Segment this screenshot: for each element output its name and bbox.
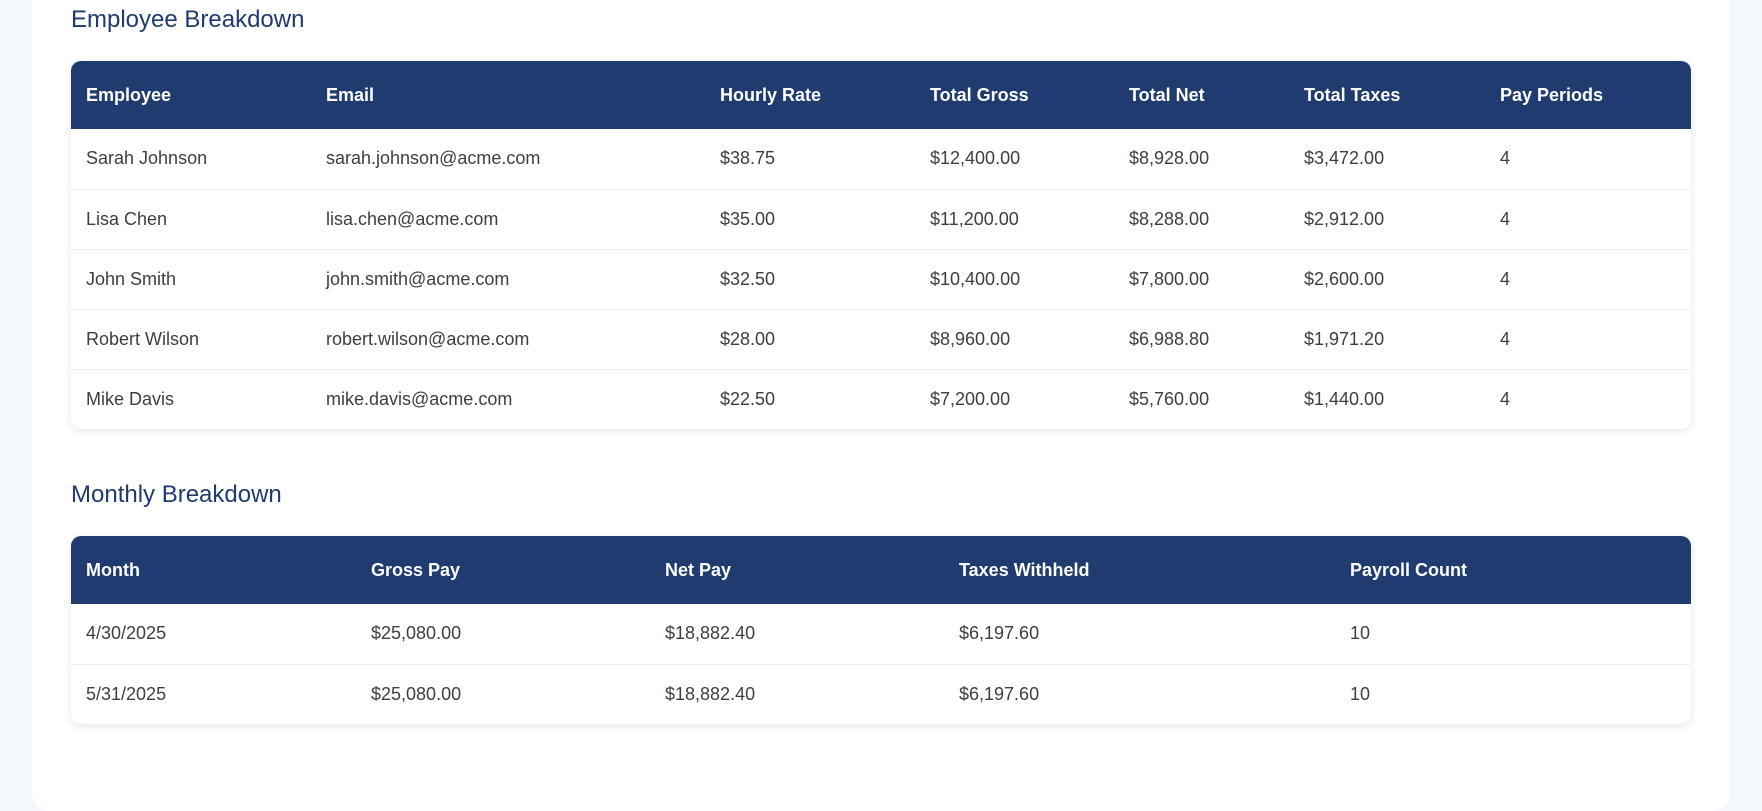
column-header-total-gross[interactable]: Total Gross [915,61,1114,129]
taxes-withheld: $6,197.60 [959,683,1040,704]
table-row: Sarah Johnson sarah.johnson@acme.com $38… [71,129,1691,189]
month: 5/31/2025 [86,683,167,704]
column-header-month[interactable]: Month [71,536,356,604]
gross-pay: $25,080.00 [371,623,462,644]
hourly-rate: $35.00 [720,208,776,229]
total-gross: $7,200.00 [930,388,1011,409]
table-row: John Smith john.smith@acme.com $32.50 $1… [71,249,1691,309]
hourly-rate: $22.50 [720,388,776,409]
monthly-breakdown-section: Monthly Breakdown Month Gross Pay Net Pa… [71,476,1691,724]
table-row: Lisa Chen lisa.chen@acme.com $35.00 $11,… [71,189,1691,249]
pay-periods: 4 [1500,328,1511,349]
report-card: Employee Breakdown Employee Email Hourly… [32,0,1730,811]
monthly-table-header-row: Month Gross Pay Net Pay Taxes Withheld P… [71,536,1691,604]
pay-periods: 4 [1500,388,1511,409]
employee-breakdown-title: Employee Breakdown [71,6,305,33]
hourly-rate: $38.75 [720,148,776,169]
total-gross: $12,400.00 [930,148,1021,169]
column-header-gross-pay[interactable]: Gross Pay [356,536,650,604]
pay-periods: 4 [1500,208,1511,229]
column-header-taxes-withheld[interactable]: Taxes Withheld [944,536,1335,604]
monthly-table-container: Month Gross Pay Net Pay Taxes Withheld P… [71,536,1691,724]
employee-name: Robert Wilson [86,328,200,349]
monthly-breakdown-title: Monthly Breakdown [71,481,282,508]
payroll-count: 10 [1350,683,1371,704]
payroll-count: 10 [1350,623,1371,644]
hourly-rate: $28.00 [720,328,776,349]
pay-periods: 4 [1500,148,1511,169]
total-net: $8,928.00 [1129,148,1210,169]
column-header-total-taxes[interactable]: Total Taxes [1289,61,1485,129]
monthly-table: Month Gross Pay Net Pay Taxes Withheld P… [71,536,1691,724]
taxes-withheld: $6,197.60 [959,623,1040,644]
table-row: 5/31/2025 $25,080.00 $18,882.40 $6,197.6… [71,664,1691,724]
column-header-pay-periods[interactable]: Pay Periods [1485,61,1691,129]
employee-name: Mike Davis [86,388,175,409]
employee-email: robert.wilson@acme.com [326,328,530,349]
column-header-total-net[interactable]: Total Net [1114,61,1289,129]
net-pay: $18,882.40 [665,683,756,704]
table-row: Robert Wilson robert.wilson@acme.com $28… [71,309,1691,369]
table-row: Mike Davis mike.davis@acme.com $22.50 $7… [71,369,1691,429]
hourly-rate: $32.50 [720,268,776,289]
employee-name: John Smith [86,268,177,289]
total-taxes: $1,440.00 [1304,388,1385,409]
column-header-email[interactable]: Email [311,61,705,129]
total-gross: $8,960.00 [930,328,1011,349]
column-header-employee[interactable]: Employee [71,61,311,129]
employee-table-header-row: Employee Email Hourly Rate Total Gross T… [71,61,1691,129]
total-taxes: $2,912.00 [1304,208,1385,229]
employee-email: lisa.chen@acme.com [326,208,499,229]
employee-table-container: Employee Email Hourly Rate Total Gross T… [71,61,1691,429]
employee-name: Lisa Chen [86,208,168,229]
total-net: $8,288.00 [1129,208,1210,229]
total-gross: $10,400.00 [930,268,1021,289]
month: 4/30/2025 [86,623,167,644]
total-net: $5,760.00 [1129,388,1210,409]
total-taxes: $2,600.00 [1304,268,1385,289]
table-row: 4/30/2025 $25,080.00 $18,882.40 $6,197.6… [71,604,1691,664]
column-header-hourly-rate[interactable]: Hourly Rate [705,61,915,129]
column-header-net-pay[interactable]: Net Pay [650,536,944,604]
pay-periods: 4 [1500,268,1511,289]
employee-email: mike.davis@acme.com [326,388,513,409]
employee-table: Employee Email Hourly Rate Total Gross T… [71,61,1691,429]
net-pay: $18,882.40 [665,623,756,644]
column-header-payroll-count[interactable]: Payroll Count [1335,536,1691,604]
total-net: $6,988.80 [1129,328,1210,349]
employee-name: Sarah Johnson [86,148,208,169]
total-net: $7,800.00 [1129,268,1210,289]
gross-pay: $25,080.00 [371,683,462,704]
total-taxes: $1,971.20 [1304,328,1385,349]
employee-email: john.smith@acme.com [326,268,510,289]
total-gross: $11,200.00 [930,208,1019,229]
employee-email: sarah.johnson@acme.com [326,148,541,169]
total-taxes: $3,472.00 [1304,148,1385,169]
employee-breakdown-section: Employee Breakdown Employee Email Hourly… [71,1,1691,429]
